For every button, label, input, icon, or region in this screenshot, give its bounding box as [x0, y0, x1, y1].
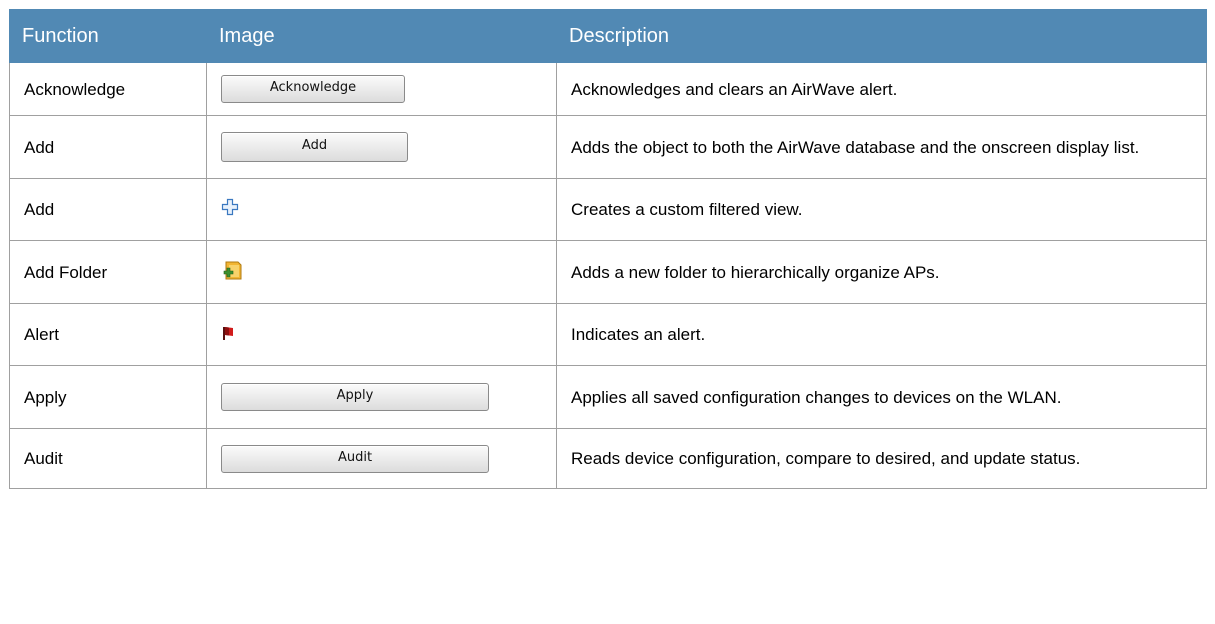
description-cell: Adds the object to both the AirWave data… — [556, 115, 1207, 179]
header-description: Description — [556, 9, 1207, 63]
image-cell: Add — [206, 115, 557, 179]
function-cell: Acknowledge — [9, 62, 207, 116]
reference-table: Function Image Description Acknowledge A… — [9, 9, 1207, 489]
acknowledge-button[interactable]: Acknowledge — [221, 75, 405, 103]
add-folder-icon[interactable] — [221, 259, 243, 286]
image-cell — [206, 178, 557, 241]
header-row: Function Image Description — [9, 9, 1207, 63]
description-cell: Reads device configuration, compare to d… — [556, 428, 1207, 489]
table-row: Add Folder Adds a new folder to hierarch… — [9, 240, 1207, 304]
function-cell: Add Folder — [9, 240, 207, 304]
description-cell: Indicates an alert. — [556, 303, 1207, 366]
table-row: Audit Audit Reads device configuration, … — [9, 428, 1207, 489]
description-cell: Adds a new folder to hierarchically orga… — [556, 240, 1207, 304]
header-function: Function — [9, 9, 207, 63]
apply-button[interactable]: Apply — [221, 383, 489, 411]
red-flag-icon[interactable] — [221, 325, 235, 346]
image-cell — [206, 240, 557, 304]
table-row: Apply Apply Applies all saved configurat… — [9, 365, 1207, 429]
table-row: Add Creates a custom filtered view. — [9, 178, 1207, 241]
description-cell: Applies all saved configuration changes … — [556, 365, 1207, 429]
function-cell: Apply — [9, 365, 207, 429]
description-cell: Acknowledges and clears an AirWave alert… — [556, 62, 1207, 116]
image-cell: Audit — [206, 428, 557, 489]
function-cell: Audit — [9, 428, 207, 489]
table-row: Alert Indicates an alert. — [9, 303, 1207, 366]
image-cell — [206, 303, 557, 366]
table-row: Add Add Adds the object to both the AirW… — [9, 115, 1207, 179]
image-cell: Acknowledge — [206, 62, 557, 116]
description-cell: Creates a custom filtered view. — [556, 178, 1207, 241]
function-cell: Alert — [9, 303, 207, 366]
audit-button[interactable]: Audit — [221, 444, 489, 473]
plus-icon[interactable] — [221, 198, 239, 221]
add-button[interactable]: Add — [221, 132, 408, 162]
header-image: Image — [206, 9, 557, 63]
function-cell: Add — [9, 178, 207, 241]
table-row: Acknowledge Acknowledge Acknowledges and… — [9, 62, 1207, 116]
function-cell: Add — [9, 115, 207, 179]
image-cell: Apply — [206, 365, 557, 429]
